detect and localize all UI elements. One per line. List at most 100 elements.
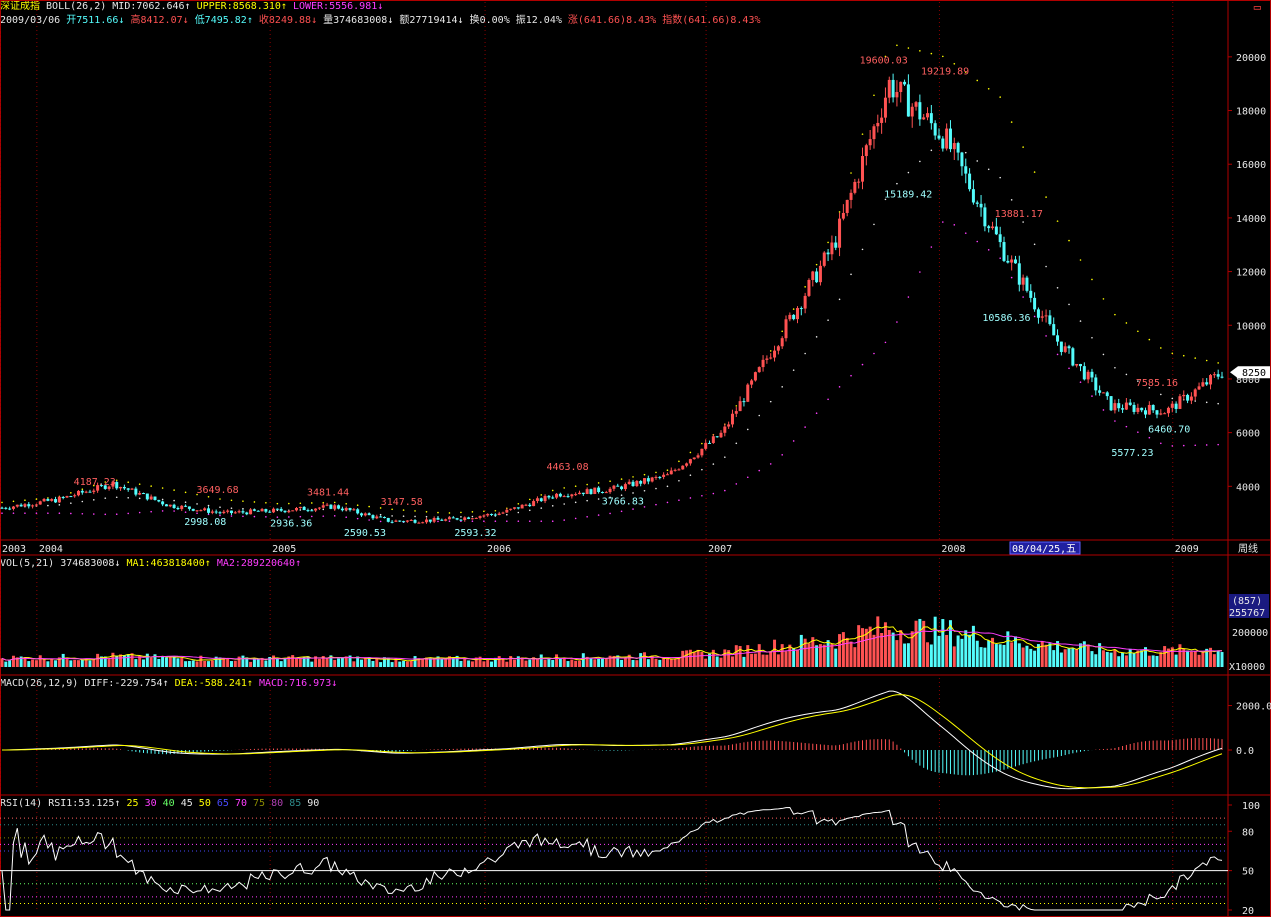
candle-body: [348, 508, 352, 511]
volume-bar: [566, 661, 570, 667]
candle-body: [187, 506, 191, 509]
boll-lower-dot: [999, 257, 1001, 259]
candle-body: [1006, 260, 1010, 263]
volume-bar: [593, 659, 597, 667]
candle-body: [715, 436, 719, 438]
volume-bar: [184, 661, 188, 667]
boll-mid-dot: [1102, 353, 1105, 356]
volume-bar: [998, 644, 1002, 667]
boll-upper-dot: [735, 405, 738, 407]
candle-body: [367, 513, 371, 516]
candle-body: [19, 504, 23, 507]
candle-body: [486, 513, 490, 516]
boll-lower-dot: [804, 426, 806, 428]
volume-bar: [1052, 650, 1056, 667]
candle-body: [207, 508, 211, 513]
boll-upper-dot: [448, 512, 451, 514]
candle-body: [933, 123, 937, 136]
boll-lower-dot: [517, 520, 520, 523]
candle-body: [620, 486, 624, 490]
price-annotation: 19219.89: [921, 66, 969, 77]
volume-bar: [38, 655, 42, 667]
volume-bar: [340, 657, 344, 667]
boll-upper-dot: [127, 481, 130, 483]
candle-body: [1136, 407, 1140, 412]
boll-lower-dot: [896, 321, 898, 323]
boll-lower-dot: [987, 249, 990, 251]
volume-bar: [264, 660, 268, 667]
boll-mid-dot: [1068, 303, 1070, 306]
volume-bar: [547, 659, 551, 667]
volume-bar: [903, 643, 907, 667]
candle-body: [1048, 315, 1052, 325]
boll-lower-dot: [448, 520, 451, 523]
boll-upper-dot: [861, 133, 864, 135]
candle-body: [857, 181, 861, 183]
volume-bar: [1124, 655, 1128, 667]
boll-upper-dot: [1079, 259, 1082, 261]
boll-lower-dot: [953, 224, 956, 226]
boll-lower-dot: [1217, 443, 1219, 446]
boll-upper-dot: [517, 503, 520, 505]
candle-body: [719, 432, 723, 438]
volume-bar: [1063, 649, 1067, 667]
volume-bar: [1040, 641, 1044, 667]
candle-body: [23, 504, 27, 507]
volume-bar: [673, 658, 677, 667]
volume-bar: [681, 650, 685, 667]
candle-body: [417, 522, 421, 524]
boll-mid-dot: [299, 509, 302, 511]
candle-body: [1140, 407, 1144, 411]
boll-lower-dot: [884, 341, 887, 344]
volume-bar: [505, 661, 509, 667]
candle-body: [76, 490, 80, 496]
price-annotation: 2998.08: [184, 517, 226, 528]
volume-bar: [765, 654, 769, 667]
candle-body: [310, 510, 314, 512]
boll-lower-dot: [471, 520, 474, 523]
volume-bar: [646, 659, 650, 667]
volume-bar: [333, 659, 337, 667]
candle-body: [1193, 389, 1197, 397]
boll-upper-dot: [253, 501, 256, 503]
boll-lower-dot: [1205, 444, 1208, 446]
candle-body: [532, 501, 536, 507]
candle-body: [639, 481, 643, 484]
candle-body: [918, 102, 922, 120]
volume-bar: [42, 659, 46, 667]
price-tick-label: 10000: [1236, 321, 1266, 332]
candle-body: [1178, 396, 1182, 409]
boll-upper-dot: [1148, 338, 1151, 341]
boll-lower-dot: [1045, 335, 1047, 337]
boll-upper-dot: [850, 172, 852, 174]
boll-upper-dot: [150, 485, 152, 487]
candle-body: [379, 516, 383, 518]
boll-upper-dot: [494, 509, 497, 512]
candle-body: [1036, 309, 1040, 318]
candle-body: [1075, 364, 1079, 366]
boll-lower-dot: [746, 476, 749, 479]
volume-bar: [88, 660, 92, 667]
volume-bar: [574, 660, 578, 667]
boll-mid-dot: [115, 496, 118, 499]
volume-bar: [665, 658, 669, 667]
boll-lower-dot: [184, 511, 187, 513]
boll-lower-dot: [620, 510, 623, 513]
candle-body: [470, 518, 474, 520]
boll-lower-dot: [1125, 425, 1128, 428]
boll-lower-dot: [666, 501, 669, 504]
boll-upper-dot: [1182, 354, 1185, 357]
candle-body: [390, 521, 394, 523]
candle-body: [1082, 366, 1086, 380]
volume-bar: [868, 626, 872, 667]
boll-lower-dot: [253, 515, 256, 518]
boll-lower-dot: [735, 483, 738, 485]
boll-upper-dot: [437, 511, 439, 514]
boll-upper-dot: [402, 509, 405, 511]
boll-upper-dot: [345, 503, 348, 505]
volume-bar: [979, 647, 983, 667]
candle-body: [826, 252, 830, 255]
stock-chart[interactable]: 2003 2004 2005 2006 2007 2008 2009 20000 18000 16…: [0, 0, 1271, 917]
candle-body: [1098, 390, 1102, 393]
candle-body: [210, 511, 214, 513]
